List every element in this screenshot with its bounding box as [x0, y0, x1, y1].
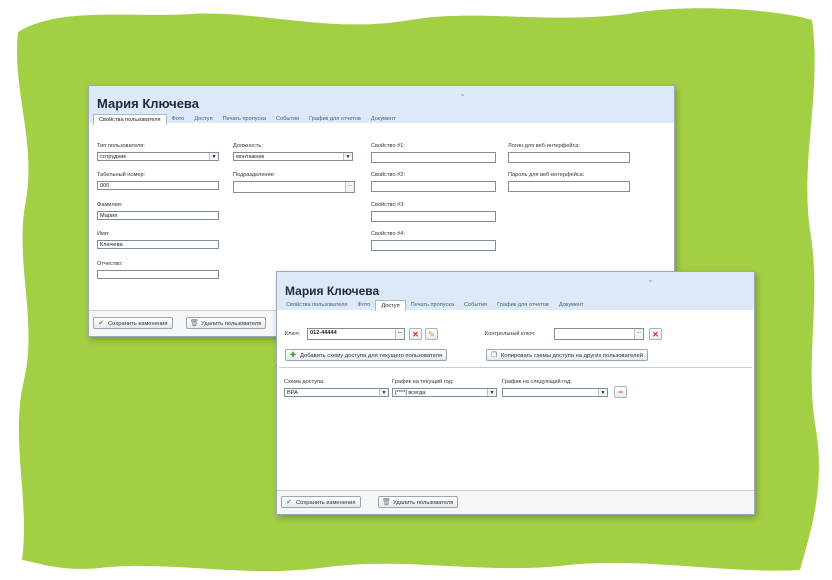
tab-bar: Свойства пользователя Фото Доступ Печать пр…	[281, 300, 589, 311]
page-title: Мария Ключева	[97, 96, 199, 111]
remove-scheme-icon[interactable]: −	[614, 386, 627, 398]
access-scheme-label: Схема доступа:	[284, 379, 325, 385]
tab-item[interactable]: Печать пропуска	[218, 114, 271, 125]
property4-label: Свойство #4:	[371, 231, 405, 237]
delete-control-key-icon[interactable]: ✕	[649, 328, 662, 340]
web-login-label: Логин для веб-интерфейса:	[508, 143, 580, 149]
window-header: ⌄ Мария Ключева Свойства пользователя Фот…	[277, 272, 754, 311]
tab-item[interactable]: Доступ	[375, 300, 406, 311]
position-label: Должность:	[233, 143, 263, 149]
tab-item[interactable]: Доступ	[189, 114, 217, 125]
chevron-down-icon[interactable]: ⌄	[647, 275, 654, 284]
last-name-input[interactable]: Мария	[97, 211, 219, 220]
last-name-label: Фамилия:	[97, 202, 123, 208]
delete-user-button[interactable]: 🗑 Удалить пользователя	[186, 317, 267, 329]
current-year-schedule-select[interactable]: [****] всегда ▼	[392, 388, 497, 397]
page-title: Мария Ключева	[285, 284, 380, 298]
trash-icon: 🗑	[382, 499, 391, 506]
trash-icon: 🗑	[190, 320, 199, 327]
first-name-input[interactable]: Ключева	[97, 240, 219, 249]
key-input[interactable]: 012-44444...	[307, 328, 405, 340]
window-footer: ✔ Сохранить изменения 🗑 Удалить пользова…	[277, 490, 754, 514]
browse-icon[interactable]: ...	[345, 182, 354, 192]
next-year-schedule-label: График на следующий год:	[502, 379, 572, 385]
dropdown-arrow-icon[interactable]: ▼	[598, 389, 607, 396]
department-input[interactable]: ...	[233, 181, 355, 193]
tab-item[interactable]: График для отчетов	[304, 114, 366, 125]
user-type-label: Тип пользователя:	[97, 143, 145, 149]
tab-bar: Свойства пользователя Фото Доступ Печать пр…	[93, 114, 401, 125]
dropdown-arrow-icon[interactable]: ▼	[379, 389, 388, 396]
tab-item[interactable]: Документ	[554, 300, 589, 311]
web-password-label: Пароль для веб-интерфейса:	[508, 172, 585, 178]
key-label: Ключ:	[285, 331, 301, 337]
tab-item[interactable]: События	[459, 300, 492, 311]
window-header: ⌄ Мария Ключева Свойства пользователя Фот…	[89, 86, 674, 125]
save-button[interactable]: ✔ Сохранить изменения	[93, 317, 173, 329]
user-type-select[interactable]: сотрудник ▼	[97, 152, 219, 161]
tab-item[interactable]: Печать пропуска	[406, 300, 459, 311]
delete-user-button[interactable]: 🗑 Удалить пользователя	[378, 496, 459, 508]
add-access-scheme-button[interactable]: ✚ Добавить схему доступа для текущего по…	[285, 349, 448, 361]
web-login-input[interactable]	[508, 152, 630, 163]
user-access-window: ⌄ Мария Ключева Свойства пользователя Фот…	[276, 271, 755, 515]
plus-icon: ✚	[290, 352, 296, 359]
tab-item[interactable]: Фото	[167, 114, 190, 125]
tab-number-label: Табельный номер:	[97, 172, 146, 178]
access-scheme-select[interactable]: ВРА ▼	[284, 388, 389, 397]
checkmark-icon: ✔	[98, 320, 104, 327]
checkmark-icon: ✔	[286, 499, 292, 506]
dropdown-arrow-icon[interactable]: ▼	[343, 153, 352, 160]
first-name-label: Имя:	[97, 231, 110, 237]
tab-item[interactable]: График для отчетов	[492, 300, 554, 311]
property2-label: Свойство #2:	[371, 172, 405, 178]
control-key-input[interactable]: ...	[554, 328, 644, 340]
current-year-schedule-label: График на текущий год:	[392, 379, 454, 385]
property3-input[interactable]	[371, 211, 496, 222]
tab-item[interactable]: Свойства пользователя	[93, 114, 167, 125]
access-scheme-panel	[279, 367, 752, 488]
copy-icon: ❐	[490, 352, 498, 359]
property1-input[interactable]	[371, 152, 496, 163]
chevron-down-icon[interactable]: ⌄	[459, 89, 466, 98]
position-select[interactable]: монтажник ▼	[233, 152, 353, 161]
tab-item[interactable]: События	[271, 114, 304, 125]
property4-input[interactable]	[371, 240, 496, 251]
department-label: Подразделение:	[233, 172, 276, 178]
patronymic-input[interactable]	[97, 270, 219, 279]
copy-access-scheme-button[interactable]: ❐ Копировать схемы доступа на других пол…	[486, 349, 649, 361]
web-password-input[interactable]	[508, 181, 630, 192]
tab-item[interactable]: Документ	[366, 114, 401, 125]
patronymic-label: Отчество:	[97, 261, 123, 267]
dropdown-arrow-icon[interactable]: ▼	[487, 389, 496, 396]
dropdown-arrow-icon[interactable]: ▼	[209, 153, 218, 160]
property2-input[interactable]	[371, 181, 496, 192]
control-key-label: Контрольный ключ:	[485, 331, 536, 337]
save-button[interactable]: ✔ Сохранить изменения	[281, 496, 361, 508]
tab-number-input[interactable]: 000	[97, 181, 219, 190]
tab-item[interactable]: Фото	[353, 300, 376, 311]
next-year-schedule-select[interactable]: ▼	[502, 388, 608, 397]
property3-label: Свойство #3:	[371, 202, 405, 208]
edit-key-icon[interactable]: ✎	[425, 328, 438, 340]
delete-key-icon[interactable]: ✕	[409, 328, 422, 340]
browse-icon[interactable]: ...	[634, 329, 643, 339]
property1-label: Свойство #1:	[371, 143, 405, 149]
browse-icon[interactable]: ...	[395, 329, 404, 339]
tab-item[interactable]: Свойства пользователя	[281, 300, 353, 311]
